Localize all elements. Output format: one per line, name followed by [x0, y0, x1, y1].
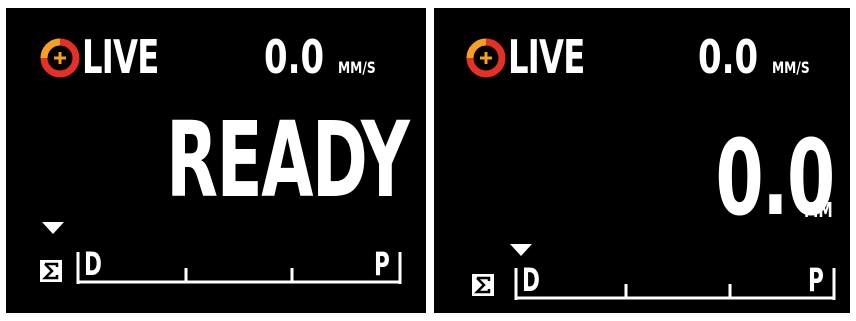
- display-screen-ready: LIVE 0.0 MM/S READY D P: [6, 8, 426, 313]
- scale-start-label: D: [84, 245, 102, 283]
- speed-unit: MM/S: [772, 58, 810, 77]
- stroke-scale: D P: [76, 244, 402, 284]
- scale-start-label: D: [522, 261, 540, 299]
- position-marker-icon: [510, 244, 532, 256]
- position-marker-icon: [42, 222, 64, 234]
- live-label: LIVE: [508, 30, 585, 84]
- speed-readout: 0.0 MM/S: [698, 34, 816, 80]
- position-unit: MM: [804, 198, 833, 222]
- speed-value: 0.0: [264, 30, 325, 84]
- speed-readout: 0.0 MM/S: [264, 34, 382, 80]
- display-screen-position: LIVE 0.0 MM/S 0.0 MM D P: [434, 8, 850, 313]
- speed-value: 0.0: [698, 30, 759, 84]
- sigma-icon: [472, 274, 494, 296]
- live-target-icon: [466, 38, 506, 78]
- sigma-icon: [40, 260, 62, 282]
- position-readout: 0.0 MM: [674, 126, 840, 230]
- live-target-icon: [40, 38, 80, 78]
- scale-end-label: P: [374, 245, 390, 283]
- live-label: LIVE: [82, 30, 159, 84]
- scale-end-label: P: [808, 261, 824, 299]
- stroke-scale: D P: [514, 260, 836, 300]
- speed-unit: MM/S: [338, 58, 376, 77]
- status-text: READY: [165, 99, 410, 221]
